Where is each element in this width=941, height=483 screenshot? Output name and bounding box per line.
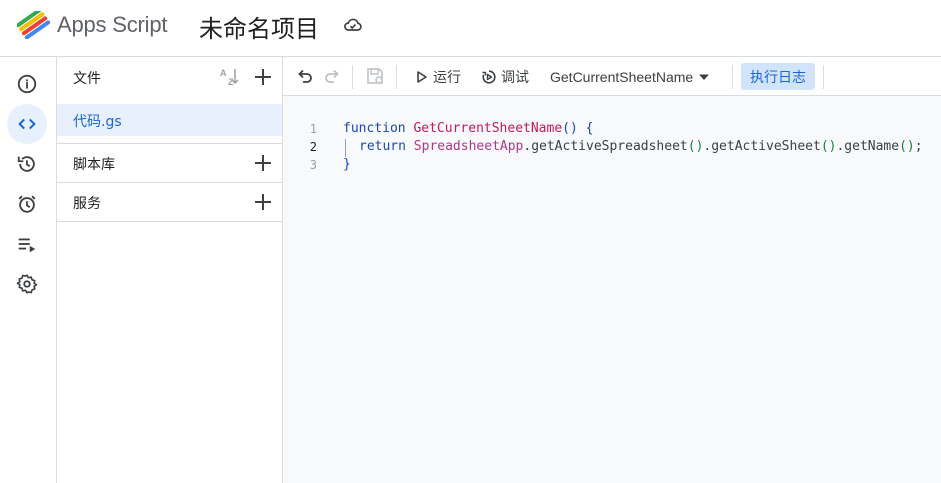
- rail-triggers-button[interactable]: [7, 184, 47, 224]
- cloud-saved-icon: [344, 18, 362, 31]
- svg-text:A: A: [220, 68, 227, 78]
- files-panel: 文件 A Z 代码.gs 脚本库 服务: [57, 57, 283, 483]
- execution-log-label: 执行日志: [750, 69, 806, 86]
- undo-icon[interactable]: [295, 66, 315, 86]
- executions-icon: [18, 238, 36, 253]
- project-title[interactable]: 未命名项目: [199, 9, 319, 44]
- info-icon: [17, 74, 37, 94]
- rail-history-button[interactable]: [7, 144, 47, 184]
- rail-settings-button[interactable]: [7, 264, 47, 304]
- add-library-icon[interactable]: [252, 152, 274, 174]
- libraries-label: 脚本库: [73, 157, 115, 173]
- save-icon[interactable]: [365, 66, 385, 86]
- run-button[interactable]: 运行: [415, 65, 461, 89]
- code-icon: [18, 118, 36, 130]
- toolbar-divider: [732, 65, 733, 89]
- debug-label: 调试: [501, 70, 529, 86]
- run-label: 运行: [433, 70, 461, 86]
- dropdown-arrow-icon: [699, 74, 710, 80]
- function-select-value: GetCurrentSheetName: [550, 69, 694, 85]
- line-number: 2: [309, 140, 317, 154]
- function-select[interactable]: GetCurrentSheetName: [550, 67, 711, 87]
- line-number: 1: [309, 122, 317, 136]
- history-icon: [17, 156, 35, 172]
- code-line: 3 }: [283, 157, 941, 175]
- execution-log-button[interactable]: 执行日志: [741, 63, 815, 90]
- toolbar-divider: [823, 65, 824, 89]
- files-title: 文件: [73, 71, 101, 87]
- services-label: 服务: [73, 196, 101, 212]
- add-service-icon[interactable]: [252, 191, 274, 213]
- navigation-rail: [0, 57, 57, 483]
- indent-guide: [345, 139, 346, 157]
- debug-icon: [482, 70, 496, 84]
- toolbar-divider: [396, 65, 397, 89]
- app-header: Apps Script 未命名项目: [0, 0, 941, 57]
- redo-icon[interactable]: [322, 66, 342, 86]
- libraries-section: 脚本库: [57, 143, 282, 182]
- sort-az-icon[interactable]: A Z: [219, 66, 241, 88]
- code-text: function GetCurrentSheetName() {: [343, 121, 594, 136]
- editor-toolbar: 运行 调试 GetCurrentSheetName 执行日志: [283, 57, 941, 96]
- rail-overview-button[interactable]: [7, 64, 47, 104]
- toolbar-divider: [352, 65, 353, 89]
- services-section: 服务: [57, 182, 282, 222]
- code-text: }: [343, 157, 351, 172]
- apps-script-logo[interactable]: [17, 11, 51, 39]
- files-header: 文件 A Z: [57, 57, 283, 97]
- debug-button[interactable]: 调试: [481, 65, 529, 89]
- app-name[interactable]: Apps Script: [57, 12, 167, 38]
- rail-editor-button[interactable]: [7, 104, 47, 144]
- rail-executions-button[interactable]: [7, 224, 47, 264]
- line-number: 3: [309, 158, 317, 172]
- code-line: 2 return SpreadsheetApp.getActiveSpreads…: [283, 139, 941, 157]
- add-file-icon[interactable]: [252, 66, 274, 88]
- play-icon: [417, 71, 427, 83]
- alarm-icon: [18, 195, 36, 213]
- code-line: 1 function GetCurrentSheetName() {: [283, 121, 941, 139]
- file-name: 代码.gs: [73, 114, 122, 130]
- gear-icon: [16, 274, 38, 294]
- code-text: return SpreadsheetApp.getActiveSpreadshe…: [359, 139, 923, 154]
- file-item-code-gs[interactable]: 代码.gs: [57, 104, 282, 136]
- code-editor[interactable]: 1 function GetCurrentSheetName() { 2 ret…: [283, 96, 941, 483]
